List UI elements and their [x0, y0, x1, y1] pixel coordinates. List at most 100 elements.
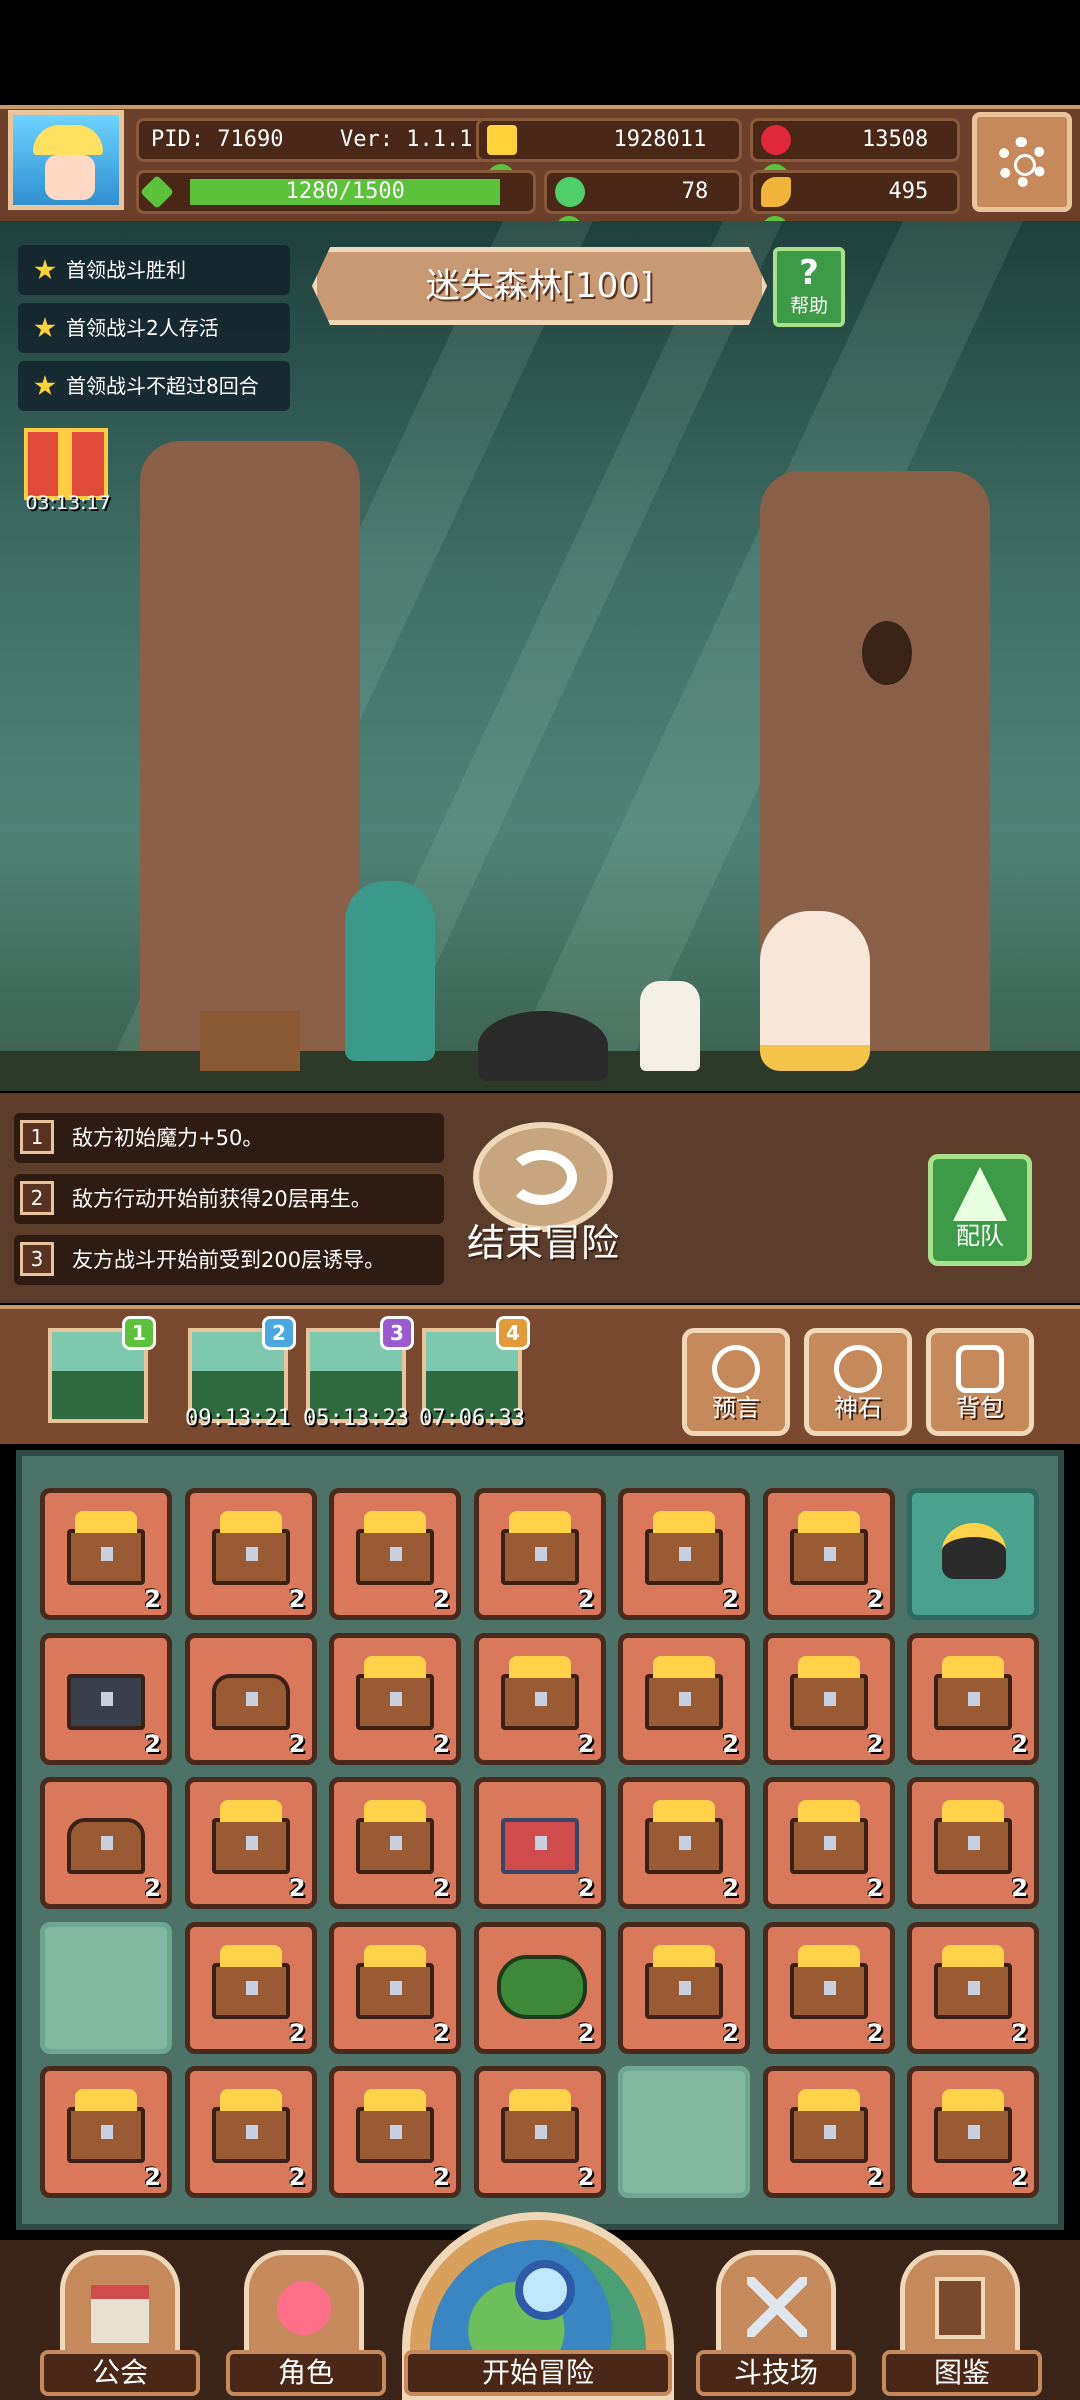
team-label: 配队 — [956, 1222, 1004, 1250]
gold-chest-cell[interactable]: 2 — [762, 1488, 895, 1620]
gold-chest-cell[interactable]: 2 — [329, 2066, 461, 2198]
gold-chest-icon — [356, 1511, 434, 1585]
gold-chest-cell[interactable]: 2 — [762, 1777, 895, 1909]
gold-chest-icon — [356, 1655, 434, 1730]
character-nav-button[interactable] — [244, 2250, 364, 2365]
treasure-bag-cell[interactable]: 2 — [473, 1921, 606, 2054]
dark-chest-icon — [67, 1673, 145, 1730]
backpack-button[interactable]: 背包 — [926, 1328, 1034, 1436]
god-stone-icon — [834, 1345, 882, 1393]
stage-number-badge: 4 — [496, 1316, 530, 1350]
item-count: 2 — [433, 2018, 450, 2047]
gold-chest-icon — [67, 2089, 145, 2163]
player-avatar[interactable] — [8, 110, 124, 210]
gold-chest-icon — [934, 2089, 1012, 2163]
stage-title: 迷失森林[100] — [312, 247, 767, 325]
stage-number-badge: 3 — [380, 1316, 414, 1350]
gold-chest-cell[interactable]: 2 — [618, 1488, 750, 1620]
character-face-icon — [277, 2281, 331, 2335]
item-count: 2 — [722, 1585, 739, 1613]
item-count: 2 — [577, 1729, 595, 1758]
pid-label: PID: 71690 — [151, 127, 284, 152]
gold-chest-cell[interactable]: 2 — [184, 2066, 317, 2198]
gold-chest-cell[interactable]: 2 — [184, 1488, 317, 1620]
gold-chest-cell[interactable]: 2 — [907, 1921, 1039, 2054]
return-arrow-icon — [507, 1150, 577, 1205]
clover-amount: 78 — [681, 179, 709, 204]
gold-chest-icon — [645, 1944, 723, 2019]
gold-chest-cell[interactable]: 2 — [329, 1921, 461, 2054]
gold-chest-icon — [356, 1944, 434, 2019]
gear-icon — [997, 137, 1047, 187]
gold-chest-cell[interactable]: 2 — [473, 2066, 606, 2198]
gold-chest-icon — [789, 2089, 868, 2163]
team-setup-button[interactable]: 配队 — [928, 1154, 1032, 1266]
gold-chest-icon — [356, 2089, 434, 2163]
gold-chest-icon — [500, 1511, 579, 1585]
item-count: 2 — [433, 1585, 450, 1613]
gold-chest-cell[interactable]: 2 — [762, 1921, 895, 2054]
silver-chest-cell[interactable]: 2 — [473, 1777, 606, 1909]
gold-chest-cell[interactable]: 2 — [473, 1632, 606, 1765]
stamina-value: 1280/1500 — [285, 179, 405, 204]
gold-chest-cell[interactable]: 2 — [907, 2066, 1039, 2198]
gold-chest-cell[interactable]: 2 — [184, 1777, 317, 1909]
item-count: 2 — [144, 1874, 161, 1902]
item-count: 2 — [577, 1874, 595, 1902]
horn-panel: 495 + — [750, 170, 960, 244]
arena-nav-button[interactable] — [716, 2250, 836, 2365]
settings-button[interactable] — [972, 112, 1072, 212]
god-stone-button[interactable]: 神石 — [804, 1328, 912, 1436]
crystal-ball-icon — [712, 1345, 760, 1393]
stamina-leaf-icon — [140, 175, 174, 209]
stage-timer: 09:13:21 — [185, 1406, 291, 1431]
gold-chest-cell[interactable]: 2 — [907, 1632, 1039, 1765]
stage-tab-1[interactable]: 1 — [48, 1316, 156, 1423]
gold-chest-cell[interactable]: 2 — [907, 1777, 1039, 1909]
dark-chest-cell[interactable]: 2 — [40, 1632, 172, 1765]
gold-chest-cell[interactable]: 2 — [40, 2066, 172, 2198]
modifier-item: 1 敌方初始魔力+50。 — [14, 1113, 444, 1163]
plain-chest-icon — [67, 1818, 145, 1874]
item-count: 2 — [433, 1729, 450, 1758]
gold-chest-cell[interactable]: 2 — [40, 1488, 172, 1620]
gold-chest-cell[interactable]: 2 — [329, 1777, 461, 1909]
prophecy-button[interactable]: 预言 — [682, 1328, 790, 1436]
gold-chest-cell[interactable]: 2 — [762, 1632, 895, 1765]
gift-timer: 03:13:17 — [25, 492, 111, 514]
item-count: 2 — [288, 2018, 306, 2047]
gold-chest-icon — [211, 2089, 290, 2163]
star-icon — [34, 375, 56, 396]
gold-chest-cell[interactable]: 2 — [329, 1632, 461, 1765]
gold-chest-cell[interactable]: 2 — [329, 1488, 461, 1620]
item-count: 2 — [1011, 2018, 1028, 2047]
stage-tab-row — [0, 1305, 1080, 1444]
help-button[interactable]: ? 帮助 — [773, 247, 845, 327]
gold-chest-cell[interactable]: 2 — [618, 1921, 750, 2054]
gold-chest-cell[interactable]: 2 — [618, 1632, 750, 1765]
ruby-gem-icon — [761, 125, 791, 155]
team-formation-icon — [953, 1167, 1007, 1221]
gold-chest-icon — [211, 1800, 290, 1874]
gold-chest-icon — [211, 1944, 290, 2019]
item-count: 2 — [722, 2018, 739, 2047]
gold-chest-cell[interactable]: 2 — [184, 1921, 317, 2054]
stage-number-badge: 2 — [262, 1316, 296, 1350]
cauldron-event-cell[interactable] — [907, 1488, 1039, 1620]
gold-chest-cell[interactable]: 2 — [473, 1488, 606, 1620]
guild-nav-button[interactable] — [60, 2250, 180, 2365]
item-count: 2 — [866, 1874, 884, 1902]
plain-chest-cell[interactable]: 2 — [184, 1632, 317, 1765]
gold-coin-icon — [487, 125, 517, 155]
quest-item: 首领战斗2人存活 — [18, 303, 290, 353]
plain-chest-cell[interactable]: 2 — [40, 1777, 172, 1909]
codex-nav-button[interactable] — [900, 2250, 1020, 2365]
item-count: 2 — [288, 1585, 306, 1613]
gold-chest-cell[interactable]: 2 — [762, 2066, 895, 2198]
gift-box-icon[interactable] — [24, 428, 108, 500]
magnifier-icon — [515, 2260, 575, 2320]
end-adventure-button[interactable]: 结束冒险 — [458, 1122, 628, 1272]
gold-chest-icon — [789, 1944, 868, 2019]
gold-chest-cell[interactable]: 2 — [618, 1777, 750, 1909]
item-count: 2 — [433, 1874, 450, 1902]
